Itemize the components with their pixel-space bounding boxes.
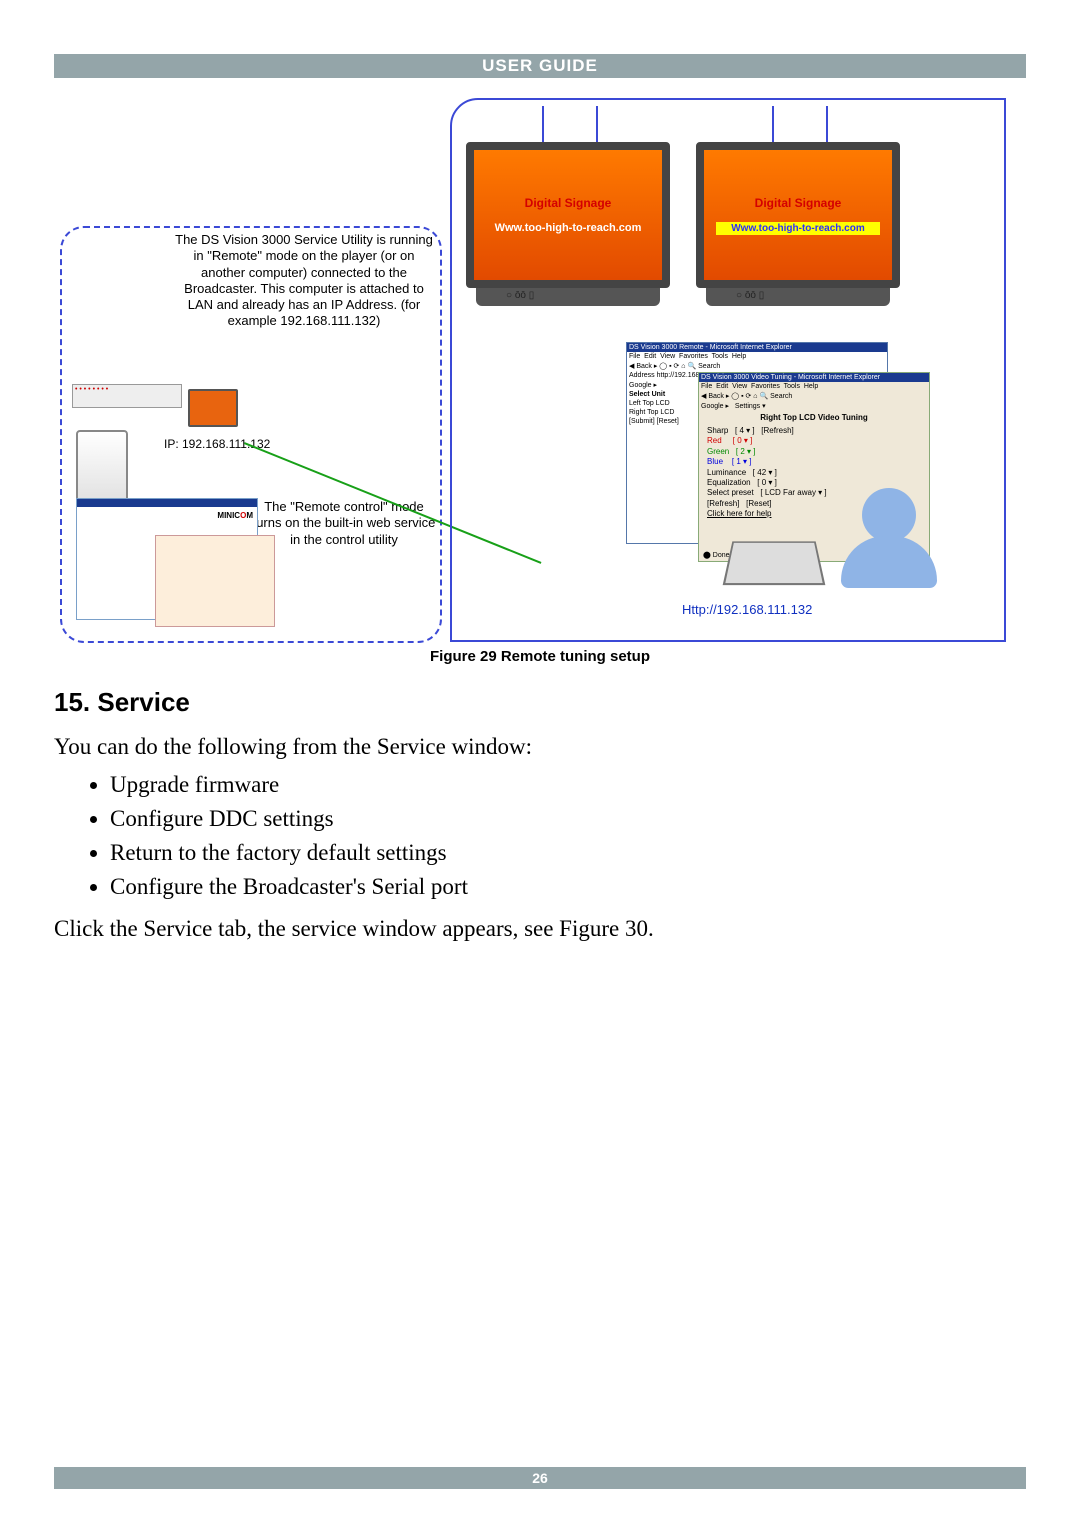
- app-sub-panel: [155, 535, 275, 627]
- monitor-icon: [188, 389, 238, 427]
- http-label: Http://192.168.111.132: [682, 602, 812, 617]
- broadcaster-strip: • • • • • • • •: [72, 384, 182, 408]
- brand-minicom: MINICOM: [217, 511, 253, 520]
- user-icon: [834, 488, 944, 598]
- control-utility-window: MINICOM: [76, 498, 258, 620]
- section-closing: Click the Service tab, the service windo…: [54, 914, 1026, 944]
- connector-line: [542, 106, 544, 146]
- page-header: USER GUIDE: [54, 54, 1026, 78]
- connector-line: [772, 106, 774, 146]
- browser-title: DS Vision 3000 Video Tuning - Microsoft …: [699, 373, 929, 382]
- tv-url: Www.too-high-to-reach.com: [474, 222, 662, 234]
- connector-line: [826, 106, 828, 146]
- connector-line: [596, 106, 598, 146]
- figure-caption: Figure 29 Remote tuning setup: [54, 648, 1026, 665]
- tv-title: Digital Signage: [474, 196, 662, 210]
- browser-title: DS Vision 3000 Remote - Microsoft Intern…: [627, 343, 887, 352]
- tuning-panel-title: Right Top LCD Video Tuning: [699, 411, 929, 424]
- callout-remote: The "Remote control" mode turns on the b…: [249, 499, 439, 548]
- list-item: Configure the Broadcaster's Serial port: [110, 874, 1026, 900]
- tv-title: Digital Signage: [704, 196, 892, 210]
- section-intro: You can do the following from the Servic…: [54, 732, 1026, 762]
- tv-url-highlight: Www.too-high-to-reach.com: [716, 222, 880, 235]
- list-item: Upgrade firmware: [110, 772, 1026, 798]
- app-title: [77, 499, 257, 507]
- figure-29: The DS Vision 3000 Service Utility is ru…: [54, 84, 1026, 644]
- page-footer: 26: [54, 1467, 1026, 1489]
- ip-label: IP: 192.168.111.132: [164, 437, 270, 451]
- section-bullets: Upgrade firmware Configure DDC settings …: [110, 772, 1026, 900]
- laptop-icon: [723, 541, 826, 585]
- signage-tv-left: Digital Signage Www.too-high-to-reach.co…: [466, 142, 670, 306]
- callout-utility: The DS Vision 3000 Service Utility is ru…: [174, 232, 434, 330]
- right-diagram-box: Digital Signage Www.too-high-to-reach.co…: [450, 98, 1006, 642]
- list-item: Return to the factory default settings: [110, 840, 1026, 866]
- signage-tv-right: Digital Signage Www.too-high-to-reach.co…: [696, 142, 900, 306]
- list-item: Configure DDC settings: [110, 806, 1026, 832]
- section-heading: 15. Service: [54, 687, 1026, 718]
